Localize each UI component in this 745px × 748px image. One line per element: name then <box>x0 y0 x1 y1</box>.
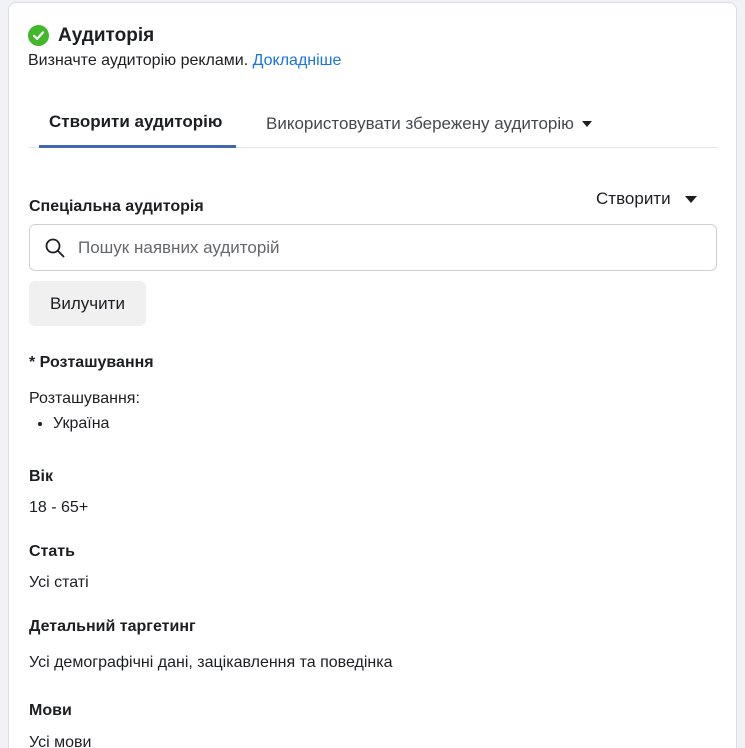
location-item: Україна <box>53 415 109 433</box>
create-audience-dropdown[interactable]: Створити <box>596 189 697 209</box>
section-subtitle: Визначте аудиторію реклами. Докладніше <box>28 52 341 70</box>
tab-create-audience-label: Створити аудиторію <box>49 112 223 131</box>
search-icon <box>45 238 65 257</box>
custom-audience-label: Спеціальна аудиторія <box>29 198 204 215</box>
caret-down-icon <box>684 195 697 203</box>
audience-search-input[interactable] <box>78 237 678 258</box>
chevron-down-icon <box>581 120 592 127</box>
detailed-targeting-label: Детальний таргетинг <box>29 618 196 635</box>
tab-create-audience[interactable]: Створити аудиторію <box>39 99 236 148</box>
languages-label: Мови <box>29 702 72 719</box>
tab-saved-audience[interactable]: Використовувати збережену аудиторію <box>266 99 592 148</box>
age-label: Вік <box>29 468 54 485</box>
audience-tabs: Створити аудиторію Використовувати збере… <box>29 99 718 148</box>
location-label: * Розташування <box>29 354 154 371</box>
gender-value: Усі статі <box>29 574 89 591</box>
age-value: 18 - 65+ <box>29 499 89 516</box>
section-title: Аудиторія <box>58 25 155 46</box>
tab-saved-audience-label: Використовувати збережену аудиторію <box>266 113 574 133</box>
audience-search-box[interactable] <box>29 224 717 271</box>
location-list: Україна <box>53 415 109 433</box>
check-circle-icon <box>28 25 49 46</box>
exclude-button[interactable]: Вилучити <box>29 281 146 326</box>
gender-label: Стать <box>29 543 75 560</box>
audience-card: Аудиторія Визначте аудиторію реклами. До… <box>8 2 737 748</box>
detailed-targeting-value: Усі демографічні дані, зацікавлення та п… <box>29 654 393 671</box>
subtitle-text: Визначте аудиторію реклами. <box>28 52 249 69</box>
learn-more-link[interactable]: Докладніше <box>253 52 342 69</box>
languages-value: Усі мови <box>29 734 92 748</box>
location-sub-label: Розташування: <box>29 390 140 407</box>
create-audience-label: Створити <box>596 189 671 208</box>
